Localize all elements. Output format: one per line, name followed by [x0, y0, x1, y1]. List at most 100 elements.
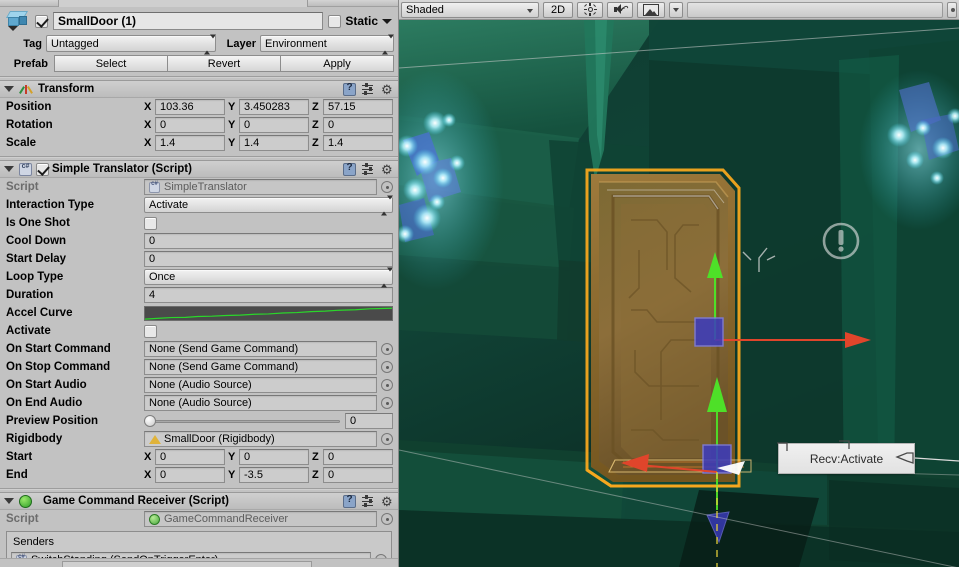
gear-icon[interactable]: ⚙	[381, 83, 394, 96]
foldout-arrow-icon[interactable]	[4, 86, 14, 92]
object-picker-button[interactable]	[381, 361, 393, 373]
on-end-audio-field[interactable]: None (Audio Source)	[144, 395, 377, 411]
property-row-duration: Duration 4	[0, 286, 398, 304]
help-icon[interactable]	[343, 82, 356, 96]
script-value: GameCommandReceiver	[164, 513, 289, 525]
accel-curve-field[interactable]	[144, 305, 393, 321]
property-label: Start	[6, 451, 33, 463]
sun-icon	[583, 3, 597, 16]
property-label: Position	[6, 101, 52, 113]
foldout-arrow-icon[interactable]	[4, 498, 14, 504]
rotation-x-field[interactable]: 0	[155, 117, 225, 133]
component-header-transform[interactable]: Transform ⚙	[0, 80, 398, 98]
preview-position-value[interactable]: 0	[345, 413, 393, 429]
draw-mode-value: Shaded	[406, 3, 444, 16]
is-one-shot-checkbox[interactable]	[144, 216, 157, 230]
rotation-y-field[interactable]: 0	[239, 117, 309, 133]
preset-icon[interactable]	[362, 163, 375, 176]
csharp-script-icon	[19, 162, 32, 176]
rigidbody-object-field[interactable]: SmallDoor (Rigidbody)	[144, 431, 377, 447]
scale-y-field[interactable]: 1.4	[239, 135, 309, 151]
property-label: Cool Down	[6, 235, 67, 247]
start-x-field[interactable]: 0	[155, 449, 225, 465]
scene-lighting-toggle[interactable]	[577, 1, 604, 18]
component-header-simple-translator[interactable]: Simple Translator (Script) ⚙	[0, 160, 398, 178]
help-icon[interactable]	[343, 494, 356, 508]
foldout-arrow-icon[interactable]	[4, 166, 14, 172]
static-checkbox[interactable]	[328, 14, 342, 28]
axis-label-x: X	[144, 469, 152, 481]
gameobject-enabled-checkbox[interactable]	[35, 14, 48, 28]
senders-list-header: Senders	[13, 536, 54, 548]
duration-field[interactable]: 4	[144, 287, 393, 303]
axis-label-y: Y	[228, 137, 236, 149]
layer-dropdown[interactable]: Environment	[260, 34, 394, 54]
object-picker-button[interactable]	[381, 343, 393, 355]
axis-label-z: Z	[312, 469, 319, 481]
toolbar-spacer	[687, 1, 943, 18]
component-enabled-checkbox[interactable]	[36, 162, 49, 176]
object-picker-button[interactable]	[381, 379, 393, 391]
gear-icon[interactable]: ⚙	[381, 495, 394, 508]
property-row-preview-position: Preview Position 0	[0, 412, 398, 430]
preset-icon[interactable]	[362, 83, 375, 96]
script-object-field[interactable]: SimpleTranslator	[144, 179, 377, 195]
preset-icon[interactable]	[362, 495, 375, 508]
preview-position-slider[interactable]	[144, 414, 340, 428]
start-z-field[interactable]: 0	[323, 449, 393, 465]
object-picker-button[interactable]	[381, 513, 393, 525]
loop-type-dropdown[interactable]: Once	[144, 267, 393, 288]
object-picker-button[interactable]	[381, 181, 393, 193]
end-x-field[interactable]: 0	[155, 467, 225, 483]
inspector-tab[interactable]	[58, 0, 308, 7]
component-header-game-command-receiver[interactable]: Game Command Receiver (Script) ⚙	[0, 492, 398, 510]
position-z-field[interactable]: 57.15	[323, 99, 393, 115]
scene-gizmos-menu[interactable]	[947, 1, 957, 18]
object-picker-button[interactable]	[381, 397, 393, 409]
position-y-field[interactable]: 3.450283	[239, 99, 309, 115]
end-z-field[interactable]: 0	[323, 467, 393, 483]
bottom-tab[interactable]	[62, 561, 312, 567]
scene-effects-dropdown[interactable]	[669, 1, 684, 18]
scale-x-field[interactable]: 1.4	[155, 135, 225, 151]
on-start-audio-field[interactable]: None (Audio Source)	[144, 377, 377, 393]
property-row-position: Position X 103.36 Y 3.450283 Z 57.15	[0, 98, 398, 116]
on-start-command-field[interactable]: None (Send Game Command)	[144, 341, 377, 357]
static-label: Static	[345, 14, 378, 28]
property-row-on-end-audio: On End Audio None (Audio Source)	[0, 394, 398, 412]
toggle-2d-button[interactable]: 2D	[543, 1, 574, 18]
divider	[0, 488, 398, 490]
gameobject-name-field[interactable]: SmallDoor (1)	[53, 12, 324, 30]
rotation-z-field[interactable]: 0	[323, 117, 393, 133]
activate-checkbox[interactable]	[144, 324, 157, 338]
start-y-field[interactable]: 0	[239, 449, 309, 465]
gear-icon[interactable]: ⚙	[381, 163, 394, 176]
scale-z-field[interactable]: 1.4	[323, 135, 393, 151]
scene-overlay-label[interactable]: Recv:Activate	[778, 443, 915, 474]
end-y-field[interactable]: -3.5	[239, 467, 309, 483]
scene-viewport[interactable]: Recv:Activate	[399, 20, 959, 567]
property-label: On Start Audio	[6, 379, 87, 391]
property-row-rotation: Rotation X 0 Y 0 Z 0	[0, 116, 398, 134]
start-delay-field[interactable]: 0	[144, 251, 393, 267]
prefab-revert-button[interactable]: Revert	[168, 55, 281, 72]
draw-mode-dropdown[interactable]: Shaded	[401, 1, 539, 18]
scene-audio-toggle[interactable]	[607, 1, 634, 18]
chevron-down-icon[interactable]	[382, 18, 392, 24]
prefab-apply-button[interactable]: Apply	[281, 55, 394, 72]
prefab-row: Prefab Select Revert Apply	[0, 53, 398, 73]
bottom-tabstrip	[0, 558, 398, 567]
tag-dropdown[interactable]: Untagged	[46, 34, 216, 54]
object-picker-button[interactable]	[381, 433, 393, 445]
on-stop-command-field[interactable]: None (Send Game Command)	[144, 359, 377, 375]
prefab-select-button[interactable]: Select	[54, 55, 168, 72]
prefab-label: Prefab	[13, 57, 48, 70]
gameobject-header: SmallDoor (1) Static	[0, 7, 398, 33]
script-object-field[interactable]: GameCommandReceiver	[144, 511, 377, 527]
scene-effects-toggle[interactable]	[637, 1, 666, 18]
position-x-field[interactable]: 103.36	[155, 99, 225, 115]
interaction-type-dropdown[interactable]: Activate	[144, 195, 393, 216]
cool-down-field[interactable]: 0	[144, 233, 393, 249]
help-icon[interactable]	[343, 162, 356, 176]
slider-handle[interactable]	[144, 415, 156, 427]
